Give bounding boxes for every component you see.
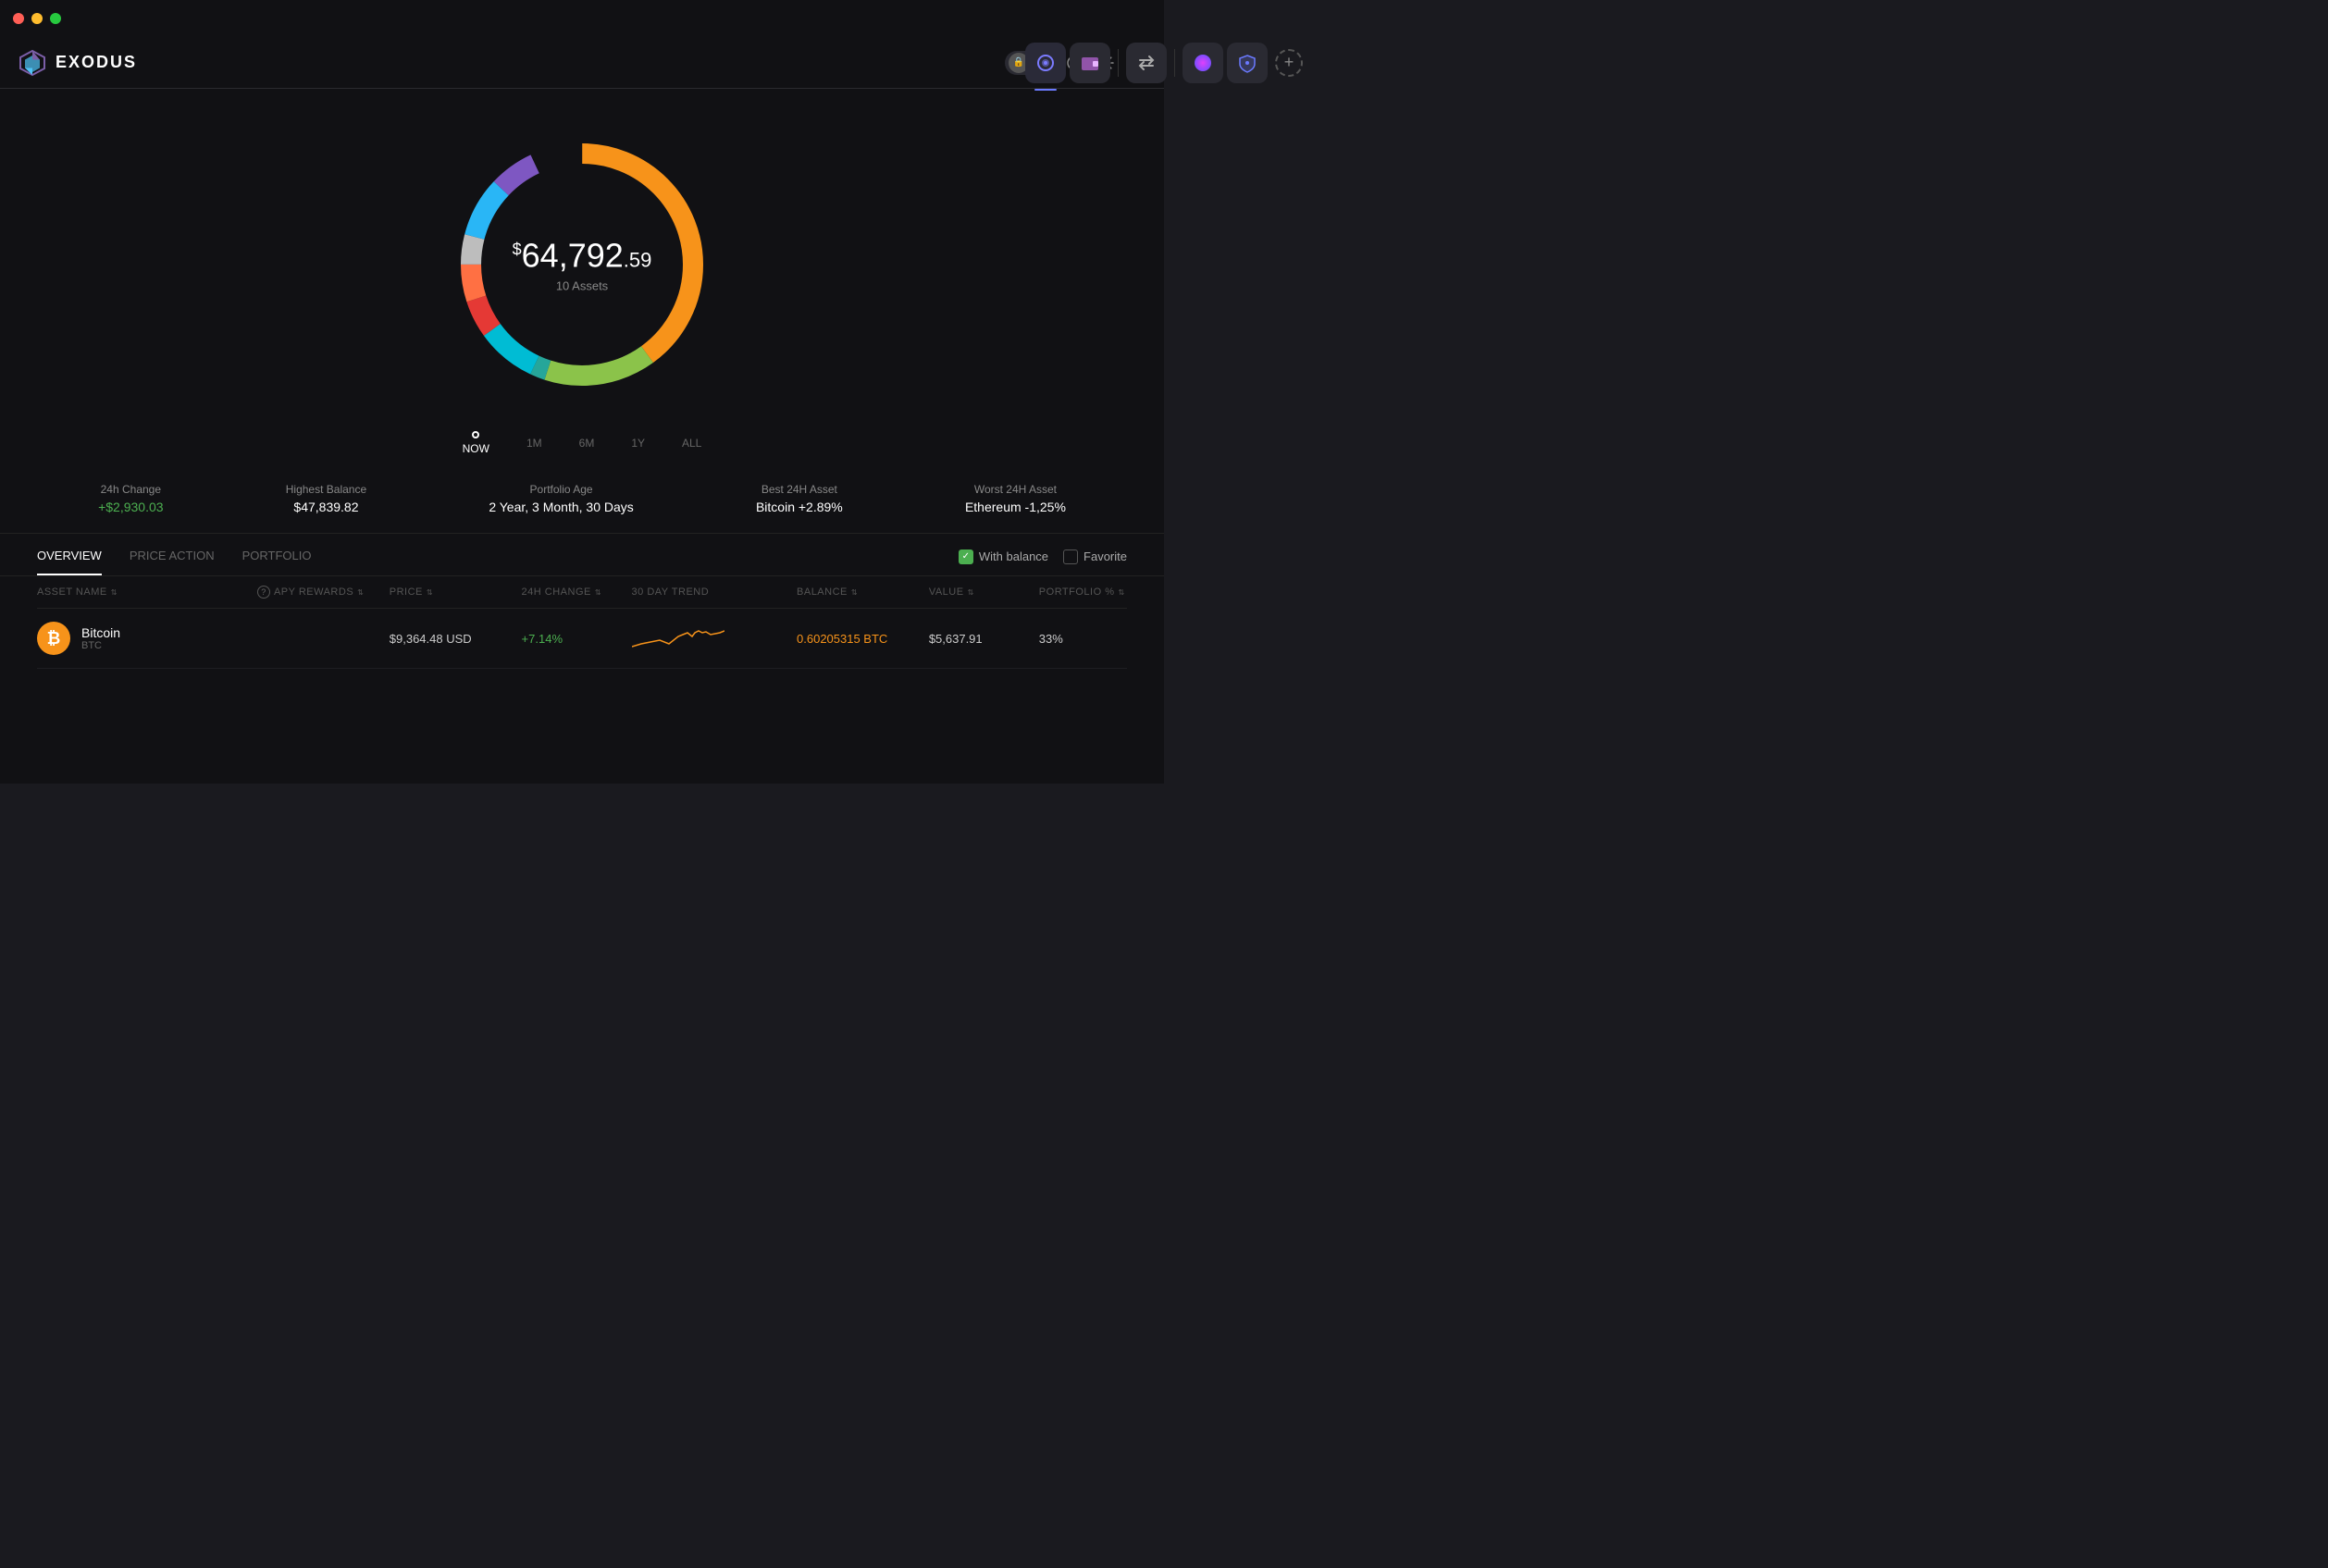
logo-text: EXODUS — [56, 53, 137, 72]
btc-trend — [632, 623, 797, 654]
asset-table: ASSET NAME ⇅ ? APY REWARDS ⇅ PRICE ⇅ 24H… — [0, 576, 1164, 669]
tabs-filters: ✓ With balance Favorite — [959, 549, 1127, 575]
exodus-logo-icon — [19, 49, 46, 77]
time-all[interactable]: ALL — [682, 437, 701, 450]
th-balance: BALANCE ⇅ — [797, 586, 929, 599]
time-6m[interactable]: 6M — [579, 437, 595, 450]
time-1y[interactable]: 1Y — [631, 437, 645, 450]
btc-name: Bitcoin — [81, 625, 120, 640]
logo: EXODUS — [19, 49, 137, 77]
portfolio-assets-label: 10 Assets — [513, 279, 652, 293]
nav-exchange[interactable] — [1126, 43, 1167, 83]
stat-worst-asset: Worst 24H Asset Ethereum -1,25% — [965, 483, 1066, 514]
th-30day-trend: 30 DAY TREND — [632, 586, 797, 599]
donut-center: $64,792.59 10 Assets — [513, 237, 652, 293]
tabs: OVERVIEW PRICE ACTION PORTFOLIO — [37, 549, 311, 575]
with-balance-label: With balance — [979, 549, 1048, 563]
nav-nft[interactable] — [1183, 43, 1223, 83]
nav-add-button[interactable]: + — [1275, 49, 1303, 77]
sort-change-icon: ⇅ — [595, 588, 601, 597]
sort-value-icon: ⇅ — [968, 588, 974, 597]
apy-help-icon[interactable]: ? — [257, 586, 270, 599]
tab-price-action[interactable]: PRICE ACTION — [130, 549, 215, 575]
donut-chart-container: $64,792.59 10 Assets — [434, 117, 730, 413]
btc-portfolio-pct: 33% — [1039, 632, 1127, 646]
btc-icon: ₿ — [37, 622, 70, 655]
portfolio-amount: $64,792.59 — [513, 237, 652, 276]
time-now[interactable]: NOW — [463, 431, 489, 455]
portfolio-section: $64,792.59 10 Assets NOW 1M 6M 1Y ALL — [0, 89, 1164, 474]
table-row[interactable]: ₿ Bitcoin BTC $9,364.48 USD +7.14% 0.602… — [37, 609, 1127, 669]
th-24h-change: 24H CHANGE ⇅ — [522, 586, 632, 599]
close-dot[interactable] — [13, 13, 24, 24]
th-value: VALUE ⇅ — [929, 586, 1039, 599]
tab-overview[interactable]: OVERVIEW — [37, 549, 102, 575]
favorite-checkbox[interactable] — [1063, 549, 1078, 564]
maximize-dot[interactable] — [50, 13, 61, 24]
header-nav: + — [1025, 43, 1303, 83]
main-content: $64,792.59 10 Assets NOW 1M 6M 1Y ALL 24… — [0, 89, 1164, 784]
sort-price-icon: ⇅ — [427, 588, 433, 597]
th-apy: ? APY REWARDS ⇅ — [257, 586, 390, 599]
nav-portfolio[interactable] — [1025, 43, 1066, 83]
sort-asset-name-icon: ⇅ — [111, 588, 118, 597]
btc-name-group: Bitcoin BTC — [81, 625, 120, 651]
btc-balance: 0.60205315 BTC — [797, 632, 929, 646]
sort-balance-icon: ⇅ — [851, 588, 858, 597]
time-dot — [472, 431, 479, 438]
tabs-section: OVERVIEW PRICE ACTION PORTFOLIO ✓ With b… — [0, 534, 1164, 576]
minimize-dot[interactable] — [31, 13, 43, 24]
stat-portfolio-age: Portfolio Age 2 Year, 3 Month, 30 Days — [489, 483, 633, 514]
btc-ticker: BTC — [81, 640, 120, 651]
btc-value: $5,637.91 — [929, 632, 1039, 646]
nav-wallet[interactable] — [1070, 43, 1110, 83]
with-balance-checkbox[interactable]: ✓ — [959, 549, 973, 564]
tab-portfolio[interactable]: PORTFOLIO — [242, 549, 312, 575]
table-header: ASSET NAME ⇅ ? APY REWARDS ⇅ PRICE ⇅ 24H… — [37, 576, 1127, 609]
time-1m[interactable]: 1M — [526, 437, 542, 450]
nav-separator — [1118, 49, 1119, 77]
stat-highest-balance: Highest Balance $47,839.82 — [286, 483, 366, 514]
asset-info-btc: ₿ Bitcoin BTC — [37, 622, 257, 655]
btc-change: +7.14% — [522, 632, 632, 646]
th-portfolio-pct: PORTFOLIO % ⇅ — [1039, 586, 1127, 599]
th-asset-name: ASSET NAME ⇅ — [37, 586, 257, 599]
time-selector: NOW 1M 6M 1Y ALL — [463, 431, 702, 464]
filter-with-balance[interactable]: ✓ With balance — [959, 549, 1048, 564]
filter-favorite[interactable]: Favorite — [1063, 549, 1127, 564]
sort-apy-icon: ⇅ — [357, 588, 364, 597]
stat-24h-change: 24h Change +$2,930.03 — [98, 483, 163, 514]
stat-best-asset: Best 24H Asset Bitcoin +2.89% — [756, 483, 843, 514]
favorite-label: Favorite — [1084, 549, 1127, 563]
sort-portfolio-icon: ⇅ — [1119, 588, 1125, 597]
th-price: PRICE ⇅ — [390, 586, 522, 599]
btc-sparkline — [632, 623, 724, 651]
header: EXODUS — [0, 37, 1164, 89]
stats-row: 24h Change +$2,930.03 Highest Balance $4… — [0, 474, 1164, 534]
titlebar — [0, 0, 1164, 37]
btc-price: $9,364.48 USD — [390, 632, 522, 646]
nav-shield[interactable] — [1227, 43, 1268, 83]
nav-separator-2 — [1174, 49, 1175, 77]
